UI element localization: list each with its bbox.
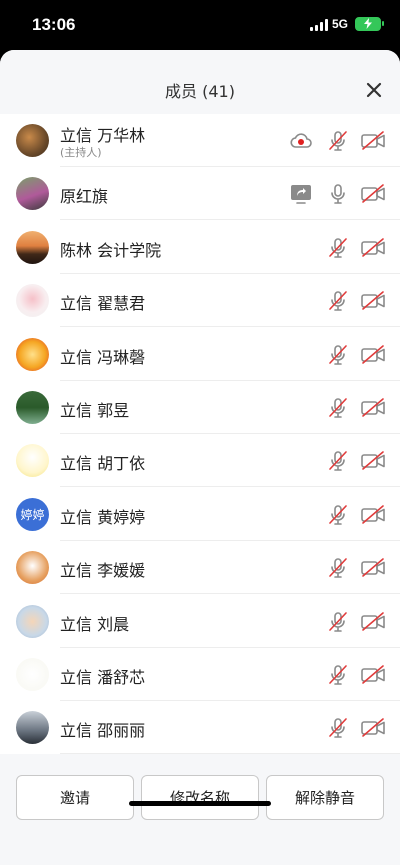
member-row[interactable]: 立信 邵丽丽: [0, 701, 400, 755]
member-name: 立信 冯琳磬: [60, 347, 146, 367]
member-name: 立信 胡丁依: [60, 454, 146, 474]
rename-button[interactable]: 修改名称: [141, 775, 259, 820]
member-row[interactable]: 立信 冯琳磬: [0, 328, 400, 381]
camera-off-icon[interactable]: [360, 503, 385, 527]
camera-off-icon[interactable]: [360, 556, 385, 580]
avatar: 婷婷: [16, 497, 49, 531]
invite-button[interactable]: 邀请: [16, 775, 134, 820]
microphone-muted-icon[interactable]: [326, 503, 350, 527]
member-row[interactable]: 立信 刘晨: [0, 595, 400, 648]
microphone-muted-icon[interactable]: [326, 343, 350, 367]
member-name: 立信 李媛媛: [60, 561, 146, 581]
status-bar: 13:06 5G: [0, 0, 400, 50]
avatar: [16, 284, 49, 318]
camera-off-icon[interactable]: [360, 716, 385, 740]
camera-off-icon[interactable]: [360, 236, 385, 260]
member-name: 立信 黄婷婷: [60, 507, 146, 527]
member-row[interactable]: 立信 李媛媛: [0, 541, 400, 595]
member-row[interactable]: 立信 胡丁依: [0, 434, 400, 488]
camera-off-icon[interactable]: [360, 396, 385, 420]
camera-off-icon[interactable]: [360, 289, 385, 313]
microphone-muted-icon[interactable]: [326, 449, 350, 473]
microphone-muted-icon[interactable]: [326, 236, 350, 260]
avatar: [16, 444, 49, 478]
member-row[interactable]: 陈林 会计学院: [0, 221, 400, 274]
member-name: 立信 翟慧君: [60, 294, 146, 314]
member-name: 立信 刘晨: [60, 614, 130, 634]
member-name: 立信 万华林: [60, 126, 146, 145]
avatar: [16, 124, 49, 157]
camera-off-icon[interactable]: [360, 610, 385, 634]
screen-share-icon[interactable]: [289, 182, 313, 206]
camera-off-icon[interactable]: [360, 182, 385, 206]
avatar: [16, 177, 49, 211]
member-row[interactable]: 立信 郭昱: [0, 381, 400, 434]
unmute-all-button[interactable]: 解除静音: [266, 775, 384, 820]
host-label: (主持人): [60, 146, 102, 159]
avatar: [16, 337, 49, 371]
camera-off-icon[interactable]: [360, 129, 385, 153]
member-name: 立信 郭昱: [60, 401, 130, 420]
cloud-record-icon[interactable]: [289, 129, 313, 153]
microphone-muted-icon[interactable]: [326, 129, 350, 153]
microphone-muted-icon[interactable]: [326, 556, 350, 580]
member-row[interactable]: 立信 万华林 (主持人): [0, 114, 400, 167]
avatar: [16, 391, 49, 424]
avatar: [16, 551, 49, 585]
avatar: [16, 604, 49, 638]
member-row[interactable]: 立信 翟慧君: [0, 274, 400, 328]
home-indicator: [129, 801, 271, 806]
status-time: 13:06: [32, 15, 76, 34]
microphone-muted-icon[interactable]: [326, 663, 350, 687]
avatar-text: 婷婷: [20, 507, 45, 522]
signal-icon: [310, 19, 328, 31]
bottom-toolbar: 邀请 修改名称 解除静音: [0, 754, 400, 865]
member-name: 原红旗: [60, 187, 109, 207]
members-sheet: 成员 (41) 立信 万华林 (主持人) 原红旗陈林 会计学院 立信 翟慧君 立信 冯琳…: [0, 50, 400, 865]
microphone-icon[interactable]: [326, 182, 350, 206]
member-row[interactable]: 原红旗: [0, 167, 400, 221]
microphone-muted-icon[interactable]: [326, 610, 350, 634]
member-list[interactable]: 立信 万华林 (主持人) 原红旗 陈林 会计学院 立信 翟慧君 立信 冯琳磬 立信 郭昱 立信…: [0, 114, 400, 755]
sheet-header: 成员 (41): [0, 50, 400, 114]
network-type: 5G: [332, 17, 349, 31]
close-icon[interactable]: [364, 80, 384, 100]
camera-off-icon[interactable]: [360, 449, 385, 473]
member-name: 立信 潘舒芯: [60, 668, 146, 687]
avatar: [16, 711, 49, 745]
microphone-muted-icon[interactable]: [326, 716, 350, 740]
member-name: 立信 邵丽丽: [60, 721, 146, 741]
member-row[interactable]: 婷婷 立信 黄婷婷: [0, 488, 400, 541]
camera-off-icon[interactable]: [360, 343, 385, 367]
battery-icon: [355, 17, 384, 31]
avatar: [16, 658, 49, 691]
microphone-muted-icon[interactable]: [326, 289, 350, 313]
avatar: [16, 230, 49, 264]
microphone-muted-icon[interactable]: [326, 396, 350, 420]
member-row[interactable]: 立信 潘舒芯: [0, 648, 400, 701]
members-title: 成员 (41): [165, 82, 235, 101]
member-name: 陈林 会计学院: [60, 240, 162, 260]
camera-off-icon[interactable]: [360, 663, 385, 687]
